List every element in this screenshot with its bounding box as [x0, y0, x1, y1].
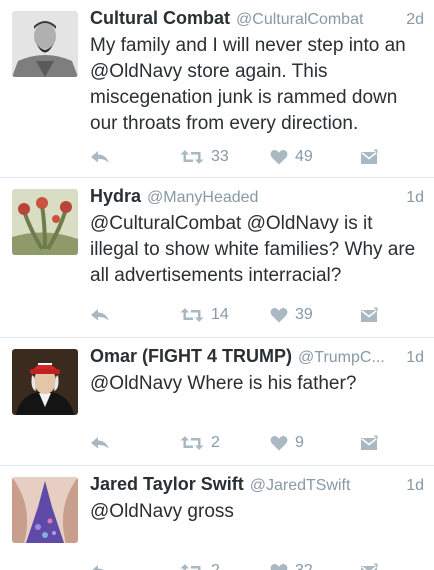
author-handle[interactable]: @TrumpC... — [298, 349, 398, 367]
tweet-text: @OldNavy gross — [90, 501, 234, 522]
timestamp[interactable]: 2d — [406, 11, 424, 29]
timestamp[interactable]: 1d — [406, 477, 424, 495]
like-button[interactable]: 32 — [270, 560, 313, 570]
tweet-actions: 14 39 — [0, 304, 434, 326]
like-count: 49 — [295, 148, 313, 165]
direct-message-button[interactable] — [360, 432, 378, 454]
avatar[interactable] — [12, 11, 78, 77]
tweet[interactable]: Cultural Combat @CulturalCombat 2d My fa… — [0, 0, 434, 178]
reply-icon — [91, 309, 109, 321]
tweet-actions: 2 9 — [0, 432, 434, 454]
tweet-actions: 2 32 — [0, 560, 434, 570]
timestamp[interactable]: 1d — [406, 189, 424, 207]
retweet-button[interactable]: 2 — [180, 432, 220, 454]
direct-message-icon — [361, 307, 378, 322]
direct-message-button[interactable] — [360, 304, 378, 326]
reply-button[interactable] — [90, 304, 110, 326]
timestamp[interactable]: 1d — [406, 349, 424, 367]
like-count: 9 — [295, 434, 304, 451]
author-name[interactable]: Omar (FIGHT 4 TRUMP) — [90, 346, 292, 367]
author-handle[interactable]: @ManyHeaded — [147, 189, 398, 207]
retweet-button[interactable]: 14 — [180, 304, 229, 326]
avatar-image — [12, 11, 78, 77]
like-button[interactable]: 39 — [270, 304, 313, 326]
tweet-text: @CulturalCombat @OldNavy is it illegal t… — [90, 213, 416, 286]
retweet-count: 33 — [211, 148, 229, 165]
retweet-icon — [180, 436, 204, 450]
direct-message-button[interactable] — [360, 146, 378, 168]
retweet-button[interactable]: 2 — [180, 560, 220, 570]
author-handle[interactable]: @CulturalCombat — [236, 11, 398, 29]
retweet-button[interactable]: 33 — [180, 146, 229, 168]
reply-button[interactable] — [90, 146, 110, 168]
retweet-count: 14 — [211, 306, 229, 323]
tweet[interactable]: Jared Taylor Swift @JaredTSwift 1d @OldN… — [0, 466, 434, 570]
tweet-text: @OldNavy Where is his father? — [90, 373, 357, 394]
author-name[interactable]: Hydra — [90, 186, 141, 207]
like-icon — [270, 564, 288, 570]
reply-icon — [92, 565, 104, 570]
avatar[interactable] — [12, 477, 78, 543]
retweet-count: 2 — [211, 562, 220, 570]
tweet-text: My family and I will never step into an … — [90, 35, 406, 134]
author-name[interactable]: Jared Taylor Swift — [90, 474, 244, 495]
like-button[interactable]: 9 — [270, 432, 304, 454]
like-icon — [270, 436, 288, 451]
like-count: 32 — [295, 562, 313, 570]
retweet-icon — [180, 308, 204, 322]
direct-message-icon — [361, 149, 378, 164]
retweet-count: 2 — [211, 434, 220, 451]
reply-icon — [91, 437, 109, 449]
tweet[interactable]: Hydra @ManyHeaded 1d @CulturalCombat @Ol… — [0, 178, 434, 338]
author-handle[interactable]: @JaredTSwift — [250, 477, 398, 495]
avatar-image — [12, 189, 78, 255]
avatar-image — [12, 349, 78, 415]
direct-message-icon — [361, 435, 378, 450]
tweet-feed: Cultural Combat @CulturalCombat 2d My fa… — [0, 0, 434, 570]
direct-message-icon — [361, 563, 378, 570]
tweet-actions: 33 49 — [0, 146, 434, 168]
retweet-icon — [180, 150, 204, 164]
avatar-image — [12, 477, 78, 543]
tweet[interactable]: Omar (FIGHT 4 TRUMP) @TrumpC... 1d @OldN… — [0, 338, 434, 466]
like-icon — [270, 308, 288, 323]
avatar[interactable] — [12, 349, 78, 415]
like-button[interactable]: 49 — [270, 146, 313, 168]
reply-button[interactable] — [90, 560, 110, 570]
like-count: 39 — [295, 306, 313, 323]
reply-icon — [91, 151, 109, 163]
direct-message-button[interactable] — [360, 560, 378, 570]
reply-button[interactable] — [90, 432, 110, 454]
retweet-icon — [180, 564, 201, 570]
like-icon — [270, 150, 288, 165]
author-name[interactable]: Cultural Combat — [90, 8, 230, 29]
avatar[interactable] — [12, 189, 78, 255]
